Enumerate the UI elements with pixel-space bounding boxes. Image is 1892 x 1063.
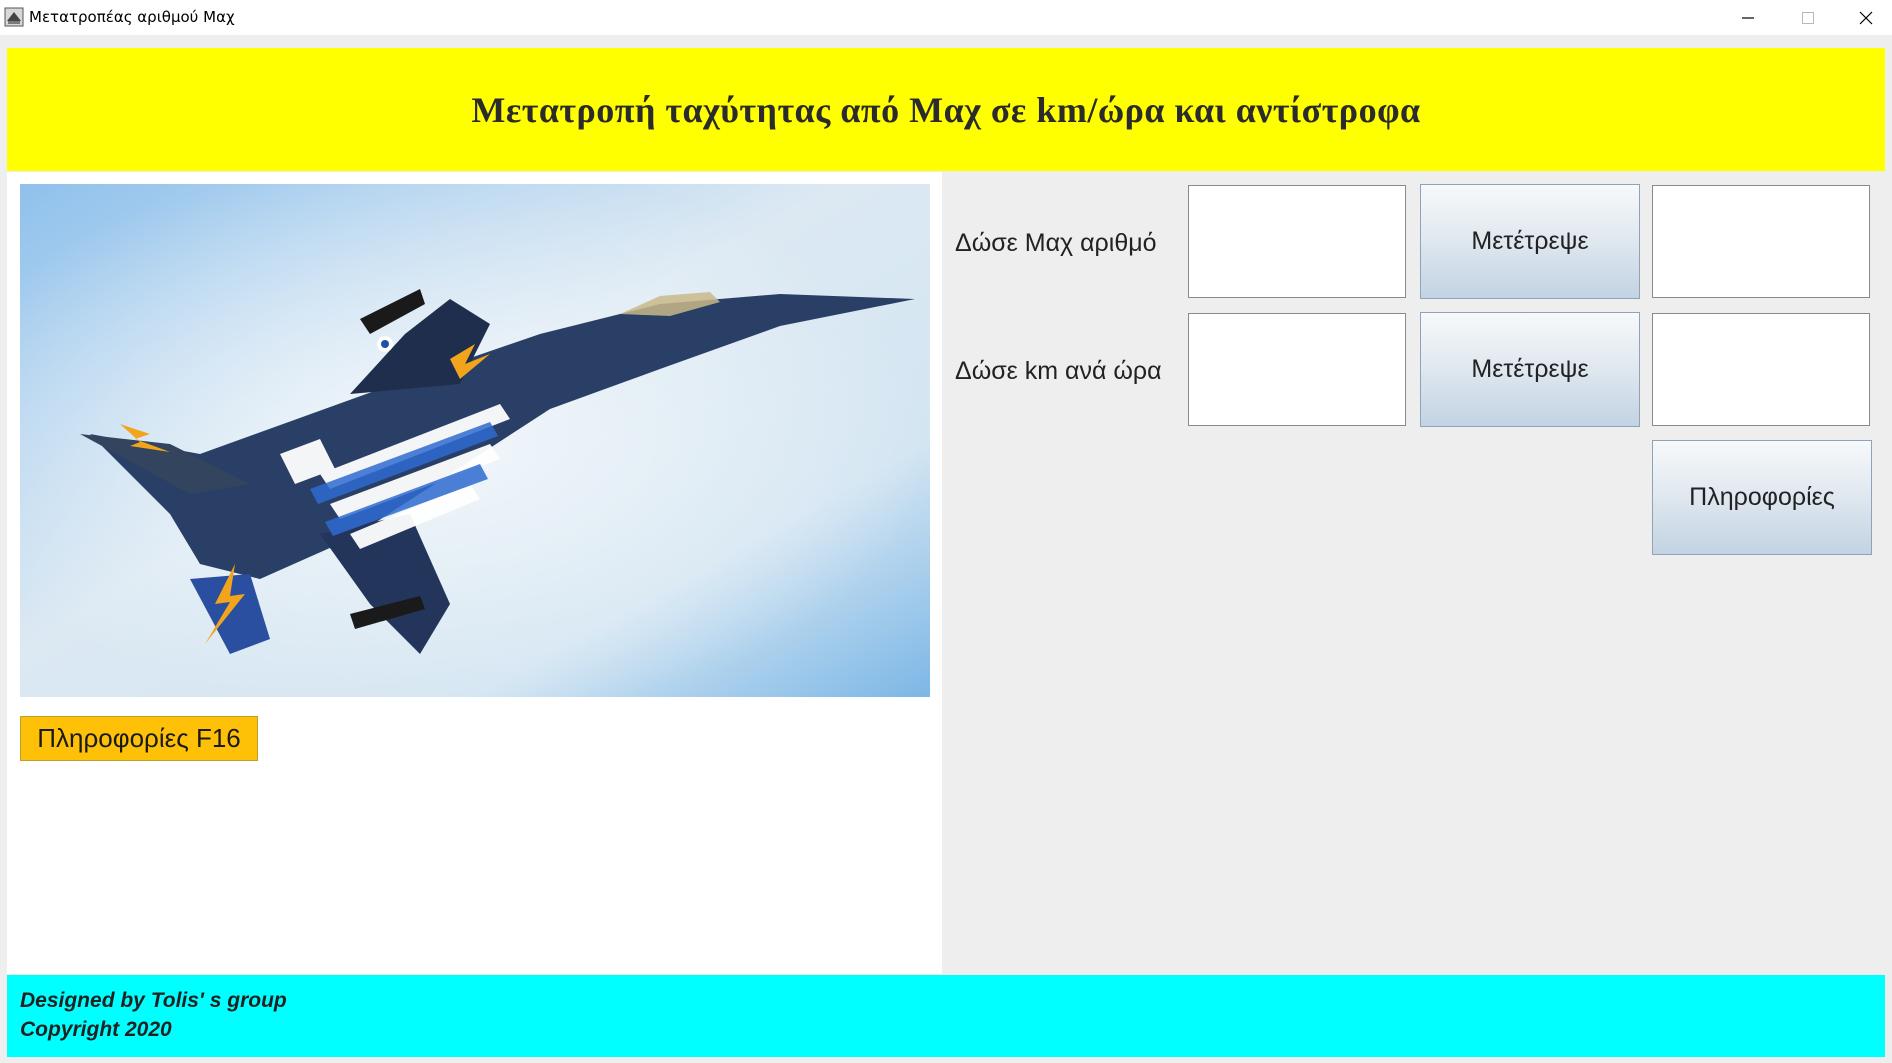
f16-info-button[interactable]: Πληροφορίες F16 (20, 716, 258, 761)
app-icon (4, 7, 24, 27)
left-panel: Πληροφορίες F16 (7, 172, 942, 974)
window-titlebar: Μετατροπέας αριθμού Μαχ (0, 0, 1892, 35)
f16-image (20, 184, 930, 697)
window-title: Μετατροπέας αριθμού Μαχ (29, 8, 235, 26)
footer-credit: Designed by Tolis' s group (20, 989, 287, 1012)
footer: Designed by Tolis' s group Copyright 202… (7, 975, 1885, 1057)
kmh-input[interactable] (1188, 313, 1406, 426)
mach-result-field[interactable] (1652, 185, 1870, 298)
kmh-result-field[interactable] (1652, 313, 1870, 426)
info-button[interactable]: Πληροφορίες (1652, 440, 1872, 555)
mach-input[interactable] (1188, 185, 1406, 298)
mach-label: Δώσε Μαχ αριθμό (955, 229, 1157, 257)
convert-kmh-button[interactable]: Μετέτρεψε (1420, 312, 1640, 427)
header-banner: Μετατροπή ταχύτητας από Μαχ σε km/ώρα κα… (7, 48, 1885, 171)
page-title: Μετατροπή ταχύτητας από Μαχ σε km/ώρα κα… (471, 89, 1421, 130)
kmh-label: Δώσε km ανά ώρα (955, 357, 1162, 385)
convert-mach-button[interactable]: Μετέτρεψε (1420, 184, 1640, 299)
maximize-icon[interactable] (1780, 0, 1836, 35)
minimize-icon[interactable] (1720, 0, 1776, 35)
footer-copyright: Copyright 2020 (20, 1018, 172, 1041)
close-icon[interactable] (1838, 0, 1892, 35)
